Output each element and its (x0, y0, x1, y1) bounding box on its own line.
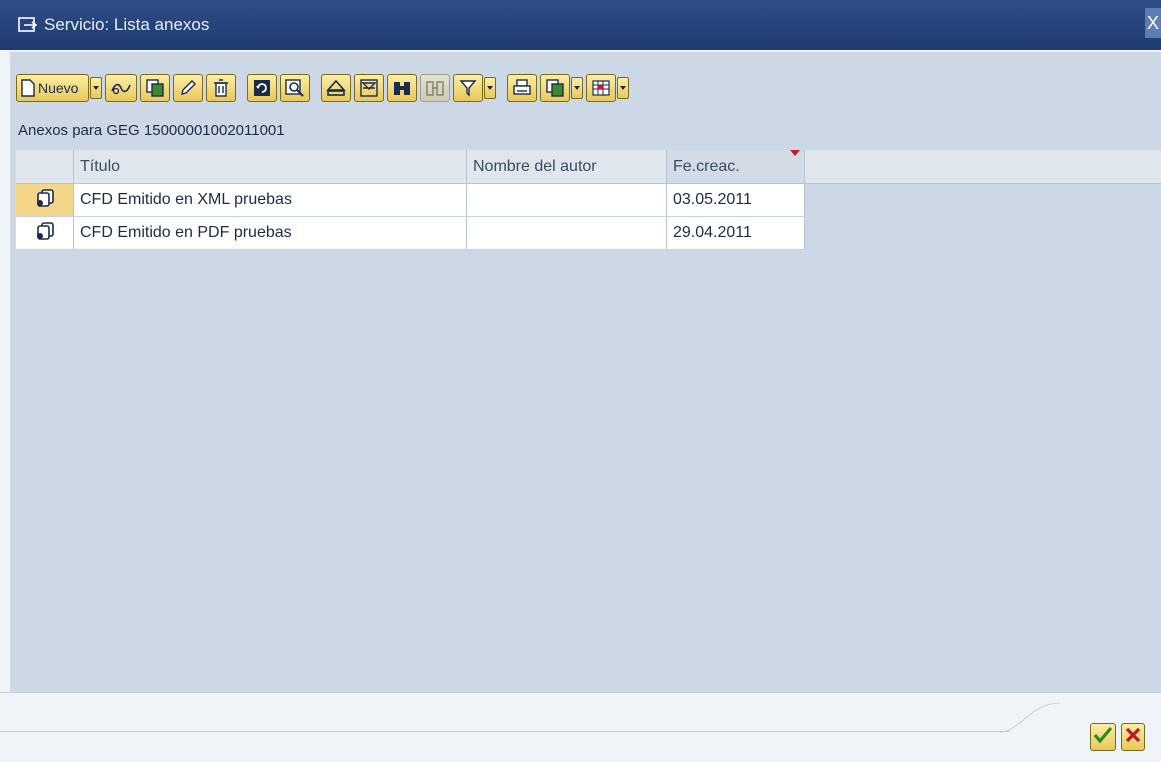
footer-divider (0, 731, 1010, 732)
edit-button[interactable] (173, 74, 204, 102)
export-dropdown-arrow[interactable] (571, 77, 584, 99)
row-selector[interactable] (16, 217, 74, 249)
column-header-author[interactable]: Nombre del autor (467, 150, 667, 183)
footer-curve (1000, 702, 1060, 733)
attachment-icon (34, 221, 56, 246)
cell-title[interactable]: CFD Emitido en XML pruebas (74, 184, 467, 216)
sort-ascending-icon (326, 79, 347, 97)
sort-indicator-icon (790, 150, 800, 156)
column-header-title[interactable]: Título (74, 150, 467, 183)
cell-author[interactable] (467, 184, 667, 216)
cell-title[interactable]: CFD Emitido en PDF pruebas (74, 217, 467, 249)
sort-ascending-button[interactable] (321, 74, 352, 102)
set-filter-button[interactable] (453, 74, 484, 102)
new-button-label: Nuevo (38, 80, 79, 96)
attachments-table: Título Nombre del autor Fe.creac. CFD Em… (16, 150, 1161, 250)
filter-icon (360, 79, 379, 97)
export-icon (545, 78, 565, 98)
cell-date[interactable]: 29.04.2011 (667, 217, 805, 249)
window-menu-icon[interactable] (18, 17, 38, 33)
find-icon (392, 79, 412, 97)
dialog-footer (0, 692, 1161, 762)
print-button[interactable] (507, 74, 538, 102)
find-button[interactable] (387, 74, 418, 102)
filter-button[interactable] (354, 74, 385, 102)
cancel-icon (1125, 727, 1141, 748)
cell-author[interactable] (467, 217, 667, 249)
confirm-button[interactable] (1090, 723, 1116, 751)
export-button[interactable] (540, 74, 571, 102)
cancel-button[interactable] (1121, 723, 1145, 751)
delete-button[interactable] (206, 74, 237, 102)
check-icon (1093, 726, 1113, 749)
refresh-icon (253, 79, 271, 97)
find-next-button[interactable] (420, 74, 451, 102)
select-all-cell[interactable] (16, 150, 74, 183)
table-body: CFD Emitido en XML pruebas 03.05.2011 CF… (16, 184, 1161, 250)
layout-dropdown-arrow[interactable] (617, 77, 630, 99)
column-header-date-label: Fe.creac. (673, 157, 740, 175)
edit-pencil-icon (179, 79, 197, 97)
new-button[interactable]: Nuevo (16, 74, 90, 102)
row-selector[interactable] (16, 184, 74, 216)
details-button[interactable] (280, 74, 311, 102)
copy-icon (145, 78, 165, 98)
set-filter-icon (459, 79, 477, 97)
print-icon (512, 79, 532, 97)
header-filler (805, 150, 1161, 183)
attachment-icon (34, 188, 56, 213)
title-bar: Servicio: Lista anexos X (0, 0, 1161, 50)
table-header: Título Nombre del autor Fe.creac. (16, 150, 1161, 184)
new-dropdown-arrow[interactable] (90, 77, 103, 99)
table-row[interactable]: CFD Emitido en PDF pruebas 29.04.2011 (16, 217, 805, 250)
copy-button[interactable] (140, 74, 171, 102)
display-button[interactable] (105, 74, 138, 102)
list-caption: Anexos para GEG 15000001002011001 (18, 122, 285, 139)
layout-button[interactable] (586, 74, 617, 102)
table-row[interactable]: CFD Emitido en XML pruebas 03.05.2011 (16, 184, 805, 217)
set-filter-dropdown-arrow[interactable] (484, 77, 497, 99)
window-title: Servicio: Lista anexos (44, 15, 210, 34)
details-icon (285, 79, 305, 97)
main-area: Nuevo Anexos para GEG 15000001002011001 … (10, 52, 1161, 692)
find-next-icon (425, 79, 445, 97)
application-toolbar: Nuevo (16, 72, 632, 104)
layout-icon (591, 79, 611, 97)
cell-date[interactable]: 03.05.2011 (667, 184, 805, 216)
delete-icon (213, 79, 229, 97)
display-icon (110, 79, 132, 97)
column-header-date[interactable]: Fe.creac. (667, 150, 805, 183)
close-window-button[interactable]: X (1145, 8, 1161, 38)
new-doc-icon (21, 79, 35, 97)
refresh-button[interactable] (247, 74, 278, 102)
